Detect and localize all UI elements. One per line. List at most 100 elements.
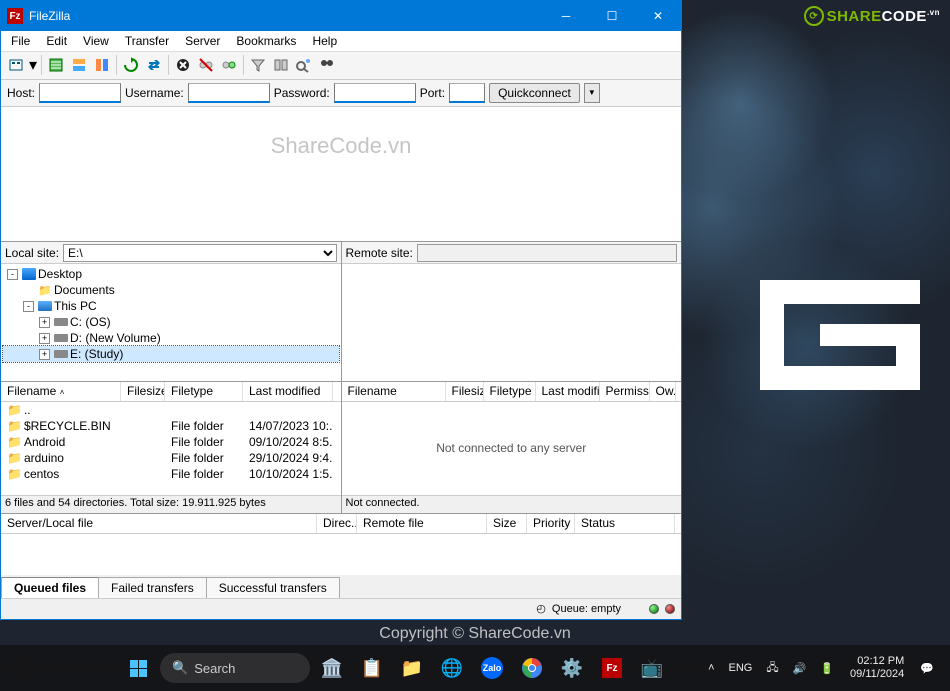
column-header[interactable]: Filesize xyxy=(121,382,165,401)
toggle-queue-button[interactable] xyxy=(91,54,113,76)
remote-tree[interactable] xyxy=(342,264,682,382)
process-queue-button[interactable] xyxy=(143,54,165,76)
close-button[interactable]: ✕ xyxy=(635,1,681,31)
tree-node[interactable]: + C: (OS) xyxy=(3,314,339,330)
column-header[interactable]: Filesize xyxy=(446,382,484,401)
tree-expander[interactable]: - xyxy=(23,301,34,312)
tree-node[interactable]: 📁Documents xyxy=(3,282,339,298)
site-manager-button[interactable] xyxy=(5,54,27,76)
file-row[interactable]: 📁.. xyxy=(1,402,341,418)
column-header[interactable]: Last modified xyxy=(243,382,333,401)
taskbar-filezilla[interactable]: Fz xyxy=(594,650,630,686)
port-input[interactable] xyxy=(449,83,485,103)
column-header[interactable]: Filetype xyxy=(484,382,536,401)
column-header[interactable]: Ow... xyxy=(650,382,676,401)
file-cell: File folder xyxy=(165,451,243,465)
tray-notifications[interactable]: 💬 xyxy=(914,658,940,679)
tree-node[interactable]: +D: (New Volume) xyxy=(3,330,339,346)
refresh-button[interactable] xyxy=(120,54,142,76)
queue-tab[interactable]: Successful transfers xyxy=(206,577,340,598)
queue-body[interactable] xyxy=(1,534,681,575)
cancel-button[interactable] xyxy=(172,54,194,76)
file-row[interactable]: 📁centosFile folder10/10/2024 1:5... xyxy=(1,466,341,482)
quickconnect-dropdown[interactable]: ▼ xyxy=(584,83,600,103)
menu-help[interactable]: Help xyxy=(304,32,345,50)
tree-expander[interactable]: + xyxy=(39,333,50,344)
menu-edit[interactable]: Edit xyxy=(38,32,75,50)
column-header[interactable]: Remote file xyxy=(357,514,487,533)
sharecode-logo: ⟳ SHARECODE.vn xyxy=(804,6,940,26)
remote-file-list[interactable]: Not connected to any server xyxy=(342,402,682,495)
disconnect-button[interactable] xyxy=(195,54,217,76)
message-log[interactable]: ShareCode.vn xyxy=(1,107,681,242)
column-header[interactable]: Filename ˄ xyxy=(1,382,121,401)
column-header[interactable]: Direc... xyxy=(317,514,357,533)
local-site-path[interactable]: E:\ xyxy=(63,244,336,262)
password-input[interactable] xyxy=(334,83,416,103)
filter-button[interactable] xyxy=(247,54,269,76)
menu-transfer[interactable]: Transfer xyxy=(117,32,177,50)
tray-volume-icon[interactable]: 🔊 xyxy=(787,658,813,679)
local-tree[interactable]: -Desktop📁Documents-This PC + C: (OS)+D: (N… xyxy=(1,264,341,382)
tray-language[interactable]: ENG xyxy=(723,658,759,678)
tray-network-icon[interactable]: 🖧 xyxy=(760,655,784,682)
sync-browse-button[interactable] xyxy=(293,54,315,76)
taskbar-app-1[interactable]: 🏛️ xyxy=(314,650,350,686)
file-row[interactable]: 📁$RECYCLE.BINFile folder14/07/2023 10:..… xyxy=(1,418,341,434)
tree-node[interactable]: -Desktop xyxy=(3,266,339,282)
maximize-button[interactable]: ☐ xyxy=(589,1,635,31)
tray-battery-icon[interactable]: 🔋 xyxy=(814,658,840,679)
compare-button[interactable] xyxy=(270,54,292,76)
column-header[interactable]: Status xyxy=(575,514,675,533)
quickconnect-button[interactable]: Quickconnect xyxy=(489,83,580,103)
tray-chevron[interactable]: ˄ xyxy=(702,658,720,678)
queue-tab[interactable]: Queued files xyxy=(1,577,99,598)
column-header[interactable]: Size xyxy=(487,514,527,533)
minimize-button[interactable]: ─ xyxy=(543,1,589,31)
menu-bookmarks[interactable]: Bookmarks xyxy=(228,32,304,50)
file-row[interactable]: 📁AndroidFile folder09/10/2024 8:5... xyxy=(1,434,341,450)
reconnect-button[interactable] xyxy=(218,54,240,76)
tree-node[interactable]: +E: (Study) xyxy=(3,346,339,362)
file-cell: 📁arduino xyxy=(1,451,121,465)
local-file-list[interactable]: 📁..📁$RECYCLE.BINFile folder14/07/2023 10… xyxy=(1,402,341,495)
search-placeholder: Search xyxy=(194,661,235,676)
menu-view[interactable]: View xyxy=(75,32,117,50)
file-cell: File folder xyxy=(165,435,243,449)
taskbar-search[interactable]: 🔍 Search xyxy=(160,653,310,683)
search-button[interactable] xyxy=(316,54,338,76)
tree-expander[interactable]: + xyxy=(39,317,50,328)
site-manager-dropdown[interactable]: ▾ xyxy=(28,54,38,76)
taskbar-chrome[interactable] xyxy=(514,650,550,686)
tree-label: C: (OS) xyxy=(70,315,111,329)
toggle-tree-button[interactable] xyxy=(68,54,90,76)
toggle-log-button[interactable] xyxy=(45,54,67,76)
column-header[interactable]: Filetype xyxy=(165,382,243,401)
tray-clock[interactable]: 02:12 PM 09/11/2024 xyxy=(842,653,912,683)
filezilla-window: Fz FileZilla ─ ☐ ✕ FileEditViewTransferS… xyxy=(0,0,682,620)
tree-expander[interactable]: + xyxy=(39,349,50,360)
column-header[interactable]: Filename xyxy=(342,382,446,401)
column-header[interactable]: Server/Local file xyxy=(1,514,317,533)
queue-tab[interactable]: Failed transfers xyxy=(98,577,207,598)
start-button[interactable] xyxy=(120,650,156,686)
tree-node[interactable]: -This PC xyxy=(3,298,339,314)
remote-site-label: Remote site: xyxy=(346,246,413,260)
column-header[interactable]: Priority xyxy=(527,514,575,533)
taskbar-app-4[interactable]: 📺 xyxy=(634,650,670,686)
queue-tabs: Queued filesFailed transfersSuccessful t… xyxy=(1,575,681,598)
column-header[interactable]: Last modifi... xyxy=(536,382,600,401)
column-header[interactable]: Permissi... xyxy=(600,382,650,401)
menu-file[interactable]: File xyxy=(3,32,38,50)
menu-server[interactable]: Server xyxy=(177,32,228,50)
taskbar-app-2[interactable]: 📋 xyxy=(354,650,390,686)
username-input[interactable] xyxy=(188,83,270,103)
taskbar-app-3[interactable]: ⚙️ xyxy=(554,650,590,686)
titlebar[interactable]: Fz FileZilla ─ ☐ ✕ xyxy=(1,1,681,31)
taskbar-app-edge[interactable]: 🌐 xyxy=(434,650,470,686)
tree-expander[interactable]: - xyxy=(7,269,18,280)
file-row[interactable]: 📁arduinoFile folder29/10/2024 9:4... xyxy=(1,450,341,466)
host-input[interactable] xyxy=(39,83,121,103)
taskbar-zalo[interactable]: Zalo xyxy=(474,650,510,686)
taskbar-explorer[interactable]: 📁 xyxy=(394,650,430,686)
